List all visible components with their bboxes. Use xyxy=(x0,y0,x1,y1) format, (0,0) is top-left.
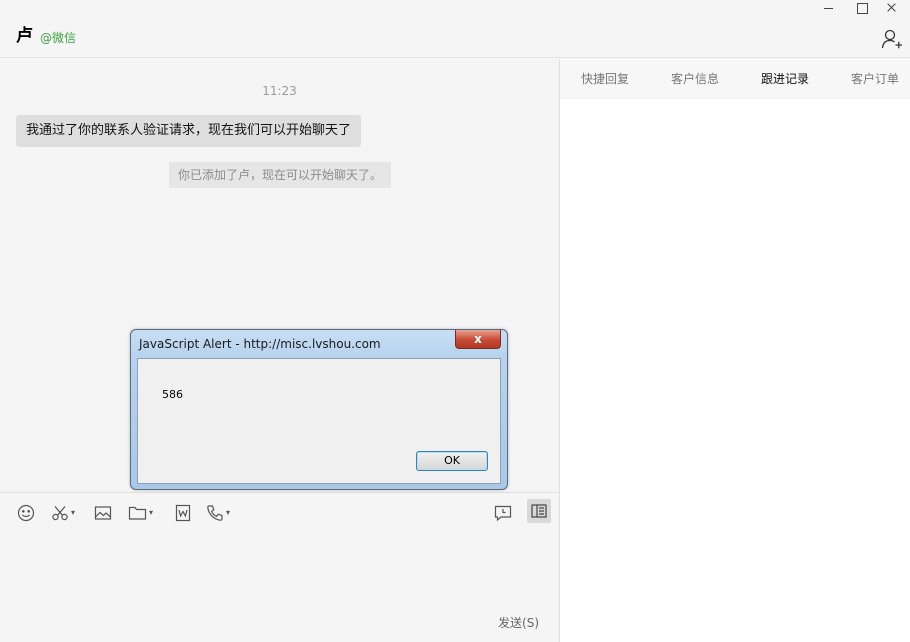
ok-button[interactable]: OK xyxy=(416,451,488,471)
chevron-down-icon[interactable]: ▾ xyxy=(226,509,230,517)
dialog-close-button[interactable]: x xyxy=(455,330,501,349)
tab-follow-up-records[interactable]: 跟进记录 xyxy=(761,71,809,87)
dialog-body: 586 OK xyxy=(137,358,501,484)
contact-source: @微信 xyxy=(40,31,77,45)
contact-name: 卢 xyxy=(16,26,33,46)
input-toolbar: ▾ ▾ ▾ xyxy=(0,492,559,532)
customer-side-panel: 快捷回复 客户信息 跟进记录 客户订单 xyxy=(560,59,910,642)
tab-quick-reply[interactable]: 快捷回复 xyxy=(581,71,629,87)
image-icon[interactable] xyxy=(94,503,112,523)
chevron-down-icon[interactable]: ▾ xyxy=(149,509,153,517)
tab-customer-info[interactable]: 客户信息 xyxy=(671,71,719,87)
side-panel-icon[interactable] xyxy=(527,499,551,523)
message-input[interactable]: 发送(S) xyxy=(0,532,559,642)
word-doc-icon[interactable] xyxy=(174,503,192,523)
side-panel-tabs: 快捷回复 客户信息 跟进记录 客户订单 xyxy=(560,59,910,99)
javascript-alert-dialog: JavaScript Alert - http://misc.lvshou.co… xyxy=(130,329,508,490)
message-timestamp: 11:23 xyxy=(262,84,297,98)
system-notice: 你已添加了卢，现在可以开始聊天了。 xyxy=(169,162,392,188)
chat-header: 卢 @微信 xyxy=(0,0,910,58)
close-icon: x xyxy=(474,332,482,346)
chevron-down-icon[interactable]: ▾ xyxy=(71,509,75,517)
tab-customer-orders[interactable]: 客户订单 xyxy=(851,71,899,87)
dialog-title: JavaScript Alert - http://misc.lvshou.co… xyxy=(139,337,381,351)
send-button[interactable]: 发送(S) xyxy=(498,615,539,631)
message-bubble[interactable]: 我通过了你的联系人验证请求，现在我们可以开始聊天了 xyxy=(16,115,362,147)
add-user-icon[interactable] xyxy=(881,28,903,50)
alert-message: 586 xyxy=(162,388,183,401)
folder-icon[interactable]: ▾ xyxy=(128,503,153,523)
phone-icon[interactable]: ▾ xyxy=(206,503,230,523)
emoji-icon[interactable] xyxy=(17,503,35,523)
chat-history-icon[interactable] xyxy=(494,503,512,523)
screenshot-scissors-icon[interactable]: ▾ xyxy=(51,503,75,523)
